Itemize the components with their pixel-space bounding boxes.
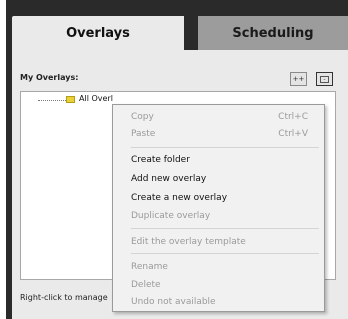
menu-item-label: Duplicate overlay <box>131 211 211 221</box>
collapse-icon: - <box>320 75 329 83</box>
tree-connector-line <box>38 100 66 101</box>
tab-overlays-label: Overlays <box>66 25 130 41</box>
collapse-all-button[interactable]: - <box>316 72 333 86</box>
menu-separator <box>131 228 319 229</box>
menu-item-label: Paste <box>131 129 156 139</box>
expand-all-label: ++ <box>292 75 305 83</box>
context-menu: Copy Ctrl+C Paste Ctrl+V Create folder A… <box>112 104 325 312</box>
menu-item-delete[interactable]: Delete <box>113 277 324 293</box>
menu-item-undo[interactable]: Undo not available <box>113 294 324 310</box>
menu-item-add-new-overlay[interactable]: Add new overlay <box>113 171 324 187</box>
tab-scheduling[interactable]: Scheduling <box>198 16 348 50</box>
folder-icon <box>66 96 75 103</box>
menu-item-shortcut: Ctrl+C <box>278 112 308 122</box>
menu-item-rename[interactable]: Rename <box>113 259 324 275</box>
menu-item-label: Rename <box>131 262 168 272</box>
tab-overlays[interactable]: Overlays <box>12 16 184 50</box>
menu-item-label: Create a new overlay <box>131 193 228 203</box>
expand-all-button[interactable]: ++ <box>290 72 307 86</box>
menu-item-copy[interactable]: Copy Ctrl+C <box>113 109 324 125</box>
menu-item-label: Copy <box>131 112 154 122</box>
menu-item-duplicate-overlay[interactable]: Duplicate overlay <box>113 208 324 224</box>
menu-item-edit-template[interactable]: Edit the overlay template <box>113 234 324 250</box>
menu-item-label: Add new overlay <box>131 174 207 184</box>
menu-item-label: Undo not available <box>131 297 216 307</box>
menu-item-create-folder[interactable]: Create folder <box>113 152 324 168</box>
window: Overlays Scheduling My Overlays: ++ - Al… <box>0 0 348 319</box>
menu-item-paste[interactable]: Paste Ctrl+V <box>113 126 324 142</box>
menu-item-label: Edit the overlay template <box>131 237 246 247</box>
section-label: My Overlays: <box>20 73 79 82</box>
menu-separator <box>131 147 319 148</box>
tab-scheduling-label: Scheduling <box>232 25 314 41</box>
menu-item-label: Delete <box>131 280 161 290</box>
status-text: Right-click to manage <box>20 293 108 302</box>
menu-item-create-new-overlay[interactable]: Create a new overlay <box>113 190 324 206</box>
menu-separator <box>131 253 319 254</box>
menu-item-shortcut: Ctrl+V <box>278 129 308 139</box>
tree-node-all-overlays[interactable]: All Overlays <box>79 94 113 103</box>
menu-item-label: Create folder <box>131 155 190 165</box>
collapse-all-label: - <box>323 75 326 83</box>
